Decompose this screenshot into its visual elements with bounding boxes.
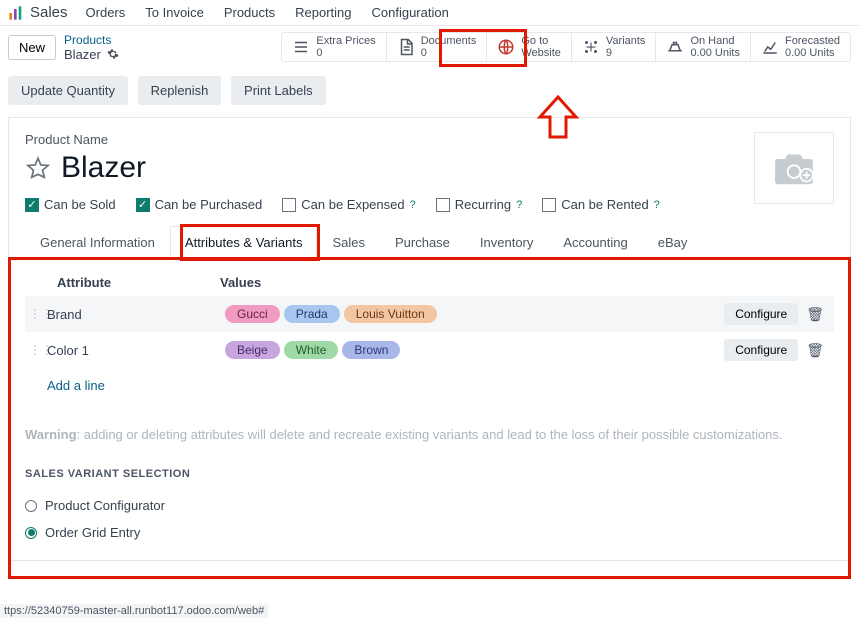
- tag-beige[interactable]: Beige: [225, 341, 280, 359]
- update-quantity-button[interactable]: Update Quantity: [8, 76, 128, 105]
- col-attribute: Attribute: [35, 275, 220, 290]
- stat-extra-prices[interactable]: Extra Prices0: [282, 33, 385, 61]
- radio-order-grid-entry[interactable]: Order Grid Entry: [25, 519, 834, 546]
- stat-go-to-website[interactable]: Go toWebsite: [486, 33, 571, 61]
- control-row: New Products Blazer Extra Prices0 Docume…: [0, 26, 859, 68]
- stat-on-hand[interactable]: On Hand0.00 Units: [655, 33, 750, 61]
- product-name-label: Product Name: [25, 132, 834, 147]
- help-icon[interactable]: ?: [654, 199, 660, 211]
- globe-icon: [497, 38, 515, 56]
- forecast-icon: [761, 38, 779, 56]
- sales-variant-selection-head: SALES VARIANT SELECTION: [25, 468, 834, 480]
- tab-accounting[interactable]: Accounting: [548, 226, 642, 258]
- stat-variants[interactable]: Variants9: [571, 33, 656, 61]
- document-icon: [397, 38, 415, 56]
- star-icon[interactable]: [25, 155, 51, 181]
- camera-plus-icon: [772, 150, 816, 186]
- trash-icon[interactable]: 🗑: [806, 342, 830, 359]
- trash-icon[interactable]: 🗑: [806, 306, 830, 323]
- attribute-row: ⋮⋮ Color 1 BeigeWhiteBrown Configure 🗑: [25, 332, 834, 368]
- action-bar: Update Quantity Replenish Print Labels: [0, 68, 859, 117]
- product-image-box[interactable]: [754, 132, 834, 204]
- nav-configuration[interactable]: Configuration: [372, 5, 449, 20]
- tab-purchase[interactable]: Purchase: [380, 226, 465, 258]
- attribute-values[interactable]: GucciPradaLouis Vuitton: [225, 305, 724, 323]
- breadcrumb-current: Blazer: [64, 47, 101, 62]
- tab-general-information[interactable]: General Information: [25, 226, 170, 258]
- tabs: General InformationAttributes & Variants…: [25, 226, 834, 259]
- col-values: Values: [220, 275, 824, 290]
- app-title: Sales: [30, 4, 68, 21]
- attribute-name[interactable]: Brand: [47, 307, 225, 322]
- checkbox-icon: ✓: [136, 198, 150, 212]
- checkbox-icon: [282, 198, 296, 212]
- help-icon[interactable]: ?: [516, 199, 522, 211]
- checkbox-can-be-rented[interactable]: Can be Rented ?: [542, 197, 660, 212]
- tab-inventory[interactable]: Inventory: [465, 226, 548, 258]
- product-name[interactable]: Blazer: [61, 151, 146, 185]
- tag-louis-vuitton[interactable]: Louis Vuitton: [344, 305, 437, 323]
- list-icon: [292, 38, 310, 56]
- checkbox-icon: ✓: [25, 198, 39, 212]
- tab-sales[interactable]: Sales: [317, 226, 380, 258]
- nav-products[interactable]: Products: [224, 5, 275, 20]
- checkbox-row: ✓Can be Sold ✓Can be Purchased Can be Expe…: [25, 197, 834, 212]
- checkbox-icon: [542, 198, 556, 212]
- checkbox-can-be-expensed[interactable]: Can be Expensed ?: [282, 197, 415, 212]
- onhand-icon: [666, 38, 684, 56]
- attribute-values[interactable]: BeigeWhiteBrown: [225, 341, 724, 359]
- stat-forecasted[interactable]: Forecasted0.00 Units: [750, 33, 850, 61]
- attribute-row: ⋮⋮ Brand GucciPradaLouis Vuitton Configu…: [25, 296, 834, 332]
- stat-documents[interactable]: Documents0: [386, 33, 487, 61]
- breadcrumb: Products Blazer: [64, 33, 119, 62]
- attributes-panel: Attribute Values ⋮⋮ Brand GucciPradaLoui…: [25, 259, 834, 546]
- checkbox-can-be-purchased[interactable]: ✓Can be Purchased: [136, 197, 263, 212]
- form-sheet: Product Name Blazer ✓Can be Sold✓Can be …: [8, 117, 851, 561]
- radio-product-configurator[interactable]: Product Configurator: [25, 492, 834, 519]
- nav-to-invoice[interactable]: To Invoice: [145, 5, 204, 20]
- attribute-name[interactable]: Color 1: [47, 343, 225, 358]
- variants-icon: [582, 38, 600, 56]
- tab-ebay[interactable]: eBay: [643, 226, 703, 258]
- gear-icon[interactable]: [107, 48, 119, 60]
- checkbox-can-be-sold[interactable]: ✓Can be Sold: [25, 197, 116, 212]
- replenish-button[interactable]: Replenish: [138, 76, 222, 105]
- app-logo-icon: [8, 5, 24, 21]
- configure-button[interactable]: Configure: [724, 339, 798, 361]
- warning-text: Warning: adding or deleting attributes w…: [25, 403, 834, 468]
- tag-gucci[interactable]: Gucci: [225, 305, 280, 323]
- tab-attributes-variants[interactable]: Attributes & Variants: [170, 226, 318, 259]
- help-icon[interactable]: ?: [410, 199, 416, 211]
- nav-reporting[interactable]: Reporting: [295, 5, 351, 20]
- breadcrumb-parent[interactable]: Products: [64, 33, 119, 47]
- drag-handle-icon[interactable]: ⋮⋮: [29, 343, 47, 357]
- tag-brown[interactable]: Brown: [342, 341, 400, 359]
- radio-icon: [25, 527, 37, 539]
- drag-handle-icon[interactable]: ⋮⋮: [29, 307, 47, 321]
- annotation-arrow-icon: [536, 95, 580, 141]
- tag-white[interactable]: White: [284, 341, 339, 359]
- add-line-link[interactable]: Add a line: [25, 368, 834, 403]
- radio-icon: [25, 500, 37, 512]
- checkbox-recurring[interactable]: Recurring ?: [436, 197, 522, 212]
- nav-orders[interactable]: Orders: [86, 5, 126, 20]
- print-labels-button[interactable]: Print Labels: [231, 76, 326, 105]
- checkbox-icon: [436, 198, 450, 212]
- status-bar-url: ttps://52340759-master-all.runbot117.odo…: [0, 604, 268, 618]
- new-button[interactable]: New: [8, 35, 56, 60]
- configure-button[interactable]: Configure: [724, 303, 798, 325]
- stat-boxes: Extra Prices0 Documents0 Go toWebsite Va…: [281, 32, 851, 62]
- tag-prada[interactable]: Prada: [284, 305, 340, 323]
- top-nav: Sales Orders To Invoice Products Reporti…: [0, 0, 859, 26]
